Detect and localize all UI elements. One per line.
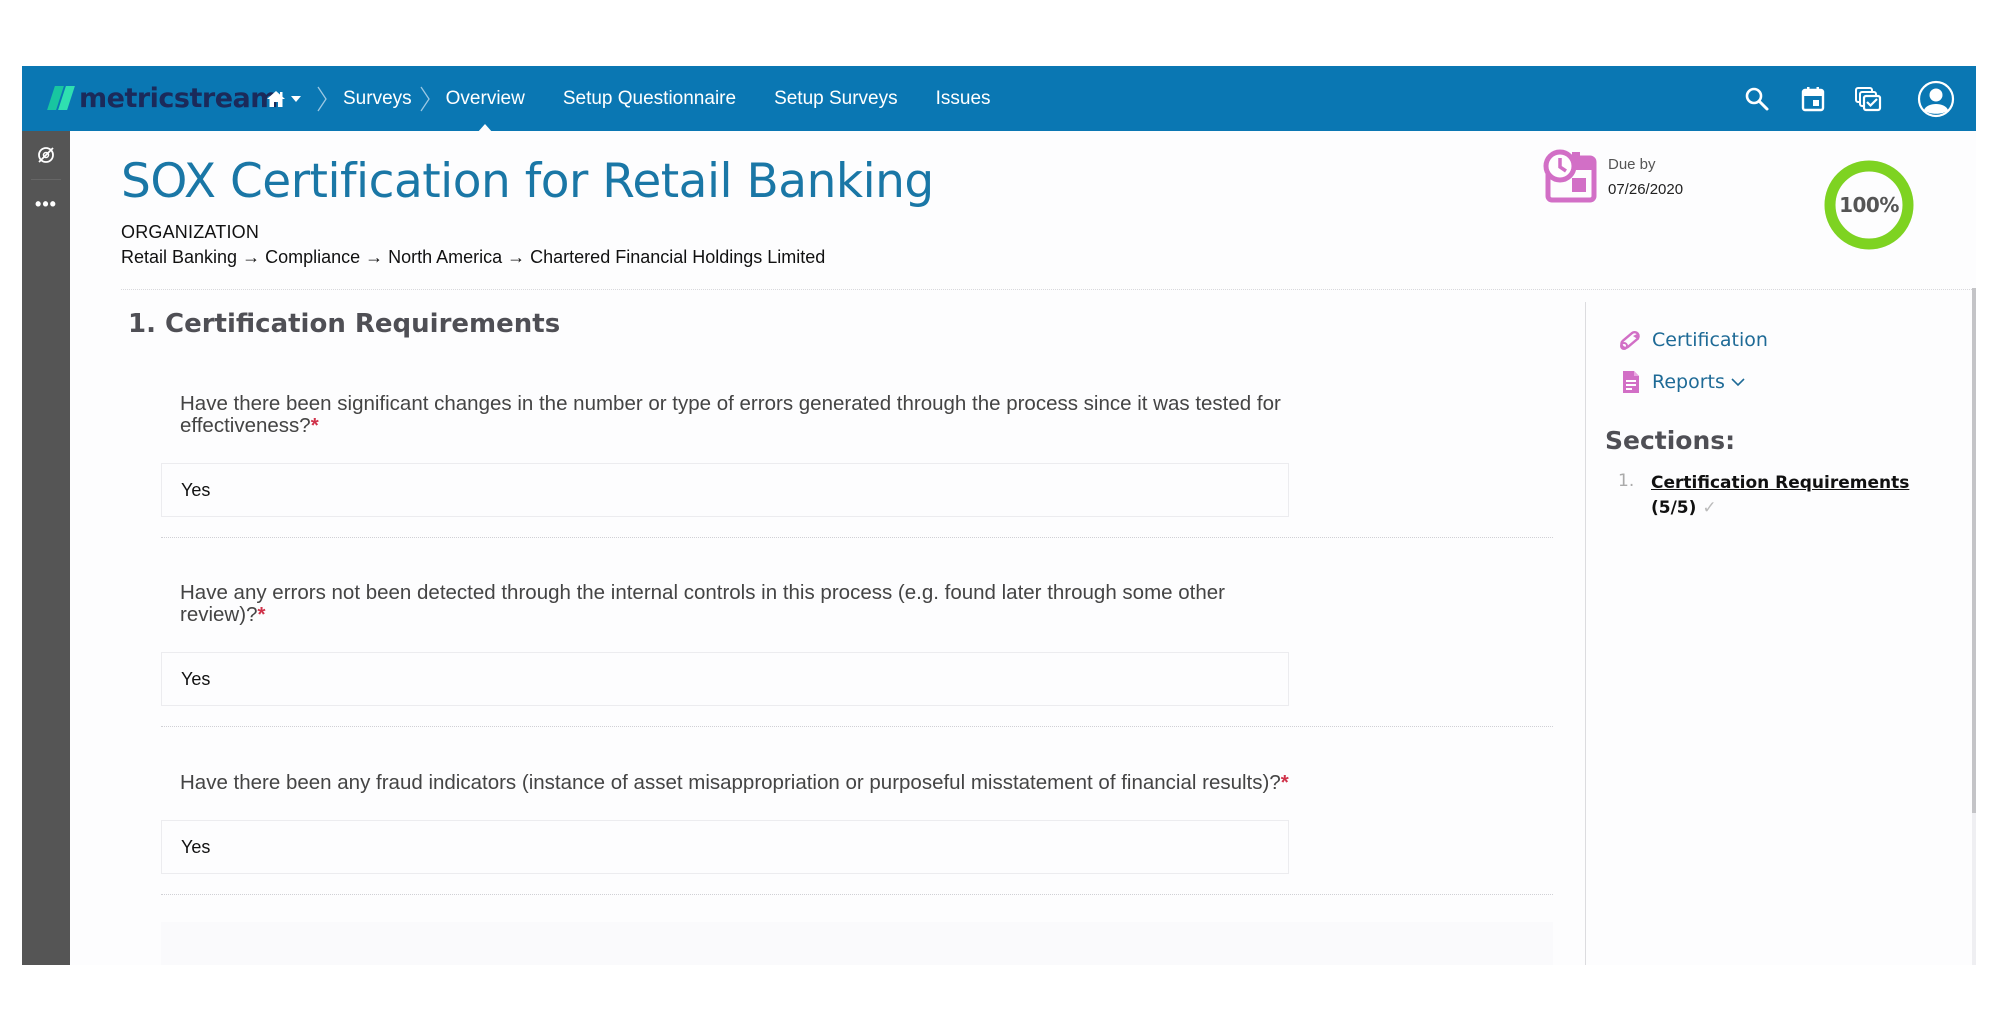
certificate-icon xyxy=(1620,330,1640,350)
answer-field[interactable]: Yes xyxy=(161,463,1289,517)
user-avatar-icon xyxy=(1917,80,1955,117)
tab-setup-questionnaire[interactable]: Setup Questionnaire xyxy=(563,88,736,110)
logo-text: metricstream xyxy=(79,82,278,114)
question-divider xyxy=(161,894,1553,895)
search-icon xyxy=(1745,87,1769,110)
certification-link[interactable]: Certification xyxy=(1618,328,1768,352)
calendar-button[interactable] xyxy=(1796,82,1830,116)
question-text: Have there been significant changes in t… xyxy=(180,393,1290,437)
home-icon xyxy=(267,90,285,107)
chevron-down-icon xyxy=(1731,378,1745,387)
question-divider xyxy=(161,537,1553,538)
report-document-icon xyxy=(1623,371,1639,393)
due-date: 07/26/2020 xyxy=(1608,181,1684,198)
more-button[interactable]: ••• xyxy=(22,180,70,228)
breadcrumb-nav: Surveys Overview Setup Questionnaire Set… xyxy=(266,66,991,133)
logo-mark-icon xyxy=(47,86,75,110)
top-right-toolbar xyxy=(1740,66,1956,131)
question-item: Have there been any fraud indicators (in… xyxy=(161,772,1553,895)
required-marker: * xyxy=(1280,771,1289,794)
user-profile-button[interactable] xyxy=(1916,79,1956,119)
question-item: Have any errors not been detected throug… xyxy=(161,582,1553,727)
section-nav-item: 1. Certification Requirements (5/5) ✓ xyxy=(1618,471,1909,521)
compass-button[interactable] xyxy=(22,131,70,179)
metricstream-logo[interactable]: metricstream xyxy=(47,82,278,114)
next-question-partial xyxy=(161,922,1553,965)
compass-icon xyxy=(38,147,54,163)
search-button[interactable] xyxy=(1740,82,1774,116)
breadcrumb-separator-icon xyxy=(420,86,430,111)
right-panel-divider xyxy=(1585,302,1586,965)
chevron-down-icon xyxy=(291,95,301,102)
question-label: Have any errors not been detected throug… xyxy=(180,581,1225,626)
section-link-certification-requirements[interactable]: Certification Requirements xyxy=(1651,471,1909,496)
required-marker: * xyxy=(257,603,266,626)
header-divider xyxy=(121,289,1976,290)
answer-field[interactable]: Yes xyxy=(161,652,1289,706)
due-label: Due by xyxy=(1608,156,1656,173)
question-text: Have any errors not been detected throug… xyxy=(180,582,1290,626)
tab-issues[interactable]: Issues xyxy=(936,88,991,110)
left-rail: ••• xyxy=(22,131,70,965)
home-menu-button[interactable] xyxy=(266,90,301,108)
question-divider xyxy=(161,726,1553,727)
answer-field[interactable]: Yes xyxy=(161,820,1289,874)
due-calendar-clock-icon xyxy=(1543,149,1597,203)
app-window: metricstream Surveys Overview Setup Ques… xyxy=(22,66,1976,965)
question-label: Have there been any fraud indicators (in… xyxy=(180,771,1281,794)
tasks-icon xyxy=(1855,86,1882,111)
reports-dropdown[interactable]: Reports xyxy=(1618,369,1745,395)
section-title: 1. Certification Requirements xyxy=(128,309,561,339)
organization-path: Retail Banking → Compliance → North Amer… xyxy=(121,247,826,267)
section-progress-count: (5/5) xyxy=(1651,498,1697,518)
calendar-icon xyxy=(1801,86,1825,111)
sections-heading: Sections: xyxy=(1605,426,1736,455)
page-title: SOX Certification for Retail Banking xyxy=(121,154,934,209)
check-icon: ✓ xyxy=(1702,498,1717,518)
section-number: 1. xyxy=(1618,471,1635,491)
tab-setup-surveys[interactable]: Setup Surveys xyxy=(774,88,898,110)
progress-percent: 100% xyxy=(1839,193,1899,217)
due-text: Due by 07/26/2020 xyxy=(1608,148,1683,204)
due-date-block: Due by 07/26/2020 xyxy=(1542,148,1683,204)
question-label: Have there been significant changes in t… xyxy=(180,392,1281,437)
more-icon: ••• xyxy=(35,193,57,214)
required-marker: * xyxy=(310,414,319,437)
scrollbar-thumb[interactable] xyxy=(1972,288,1976,813)
question-item: Have there been significant changes in t… xyxy=(161,393,1553,538)
breadcrumb-surveys[interactable]: Surveys xyxy=(343,88,412,110)
organization-label: ORGANIZATION xyxy=(121,222,260,242)
tasks-button[interactable] xyxy=(1852,82,1886,116)
question-text: Have there been any fraud indicators (in… xyxy=(180,772,1290,794)
tab-overview[interactable]: Overview xyxy=(446,88,525,133)
vertical-scrollbar[interactable] xyxy=(1972,288,1976,965)
certification-label: Certification xyxy=(1652,329,1768,351)
breadcrumb-separator-icon xyxy=(317,86,327,111)
reports-label: Reports xyxy=(1652,371,1725,393)
top-nav-bar: metricstream Surveys Overview Setup Ques… xyxy=(22,66,1976,133)
